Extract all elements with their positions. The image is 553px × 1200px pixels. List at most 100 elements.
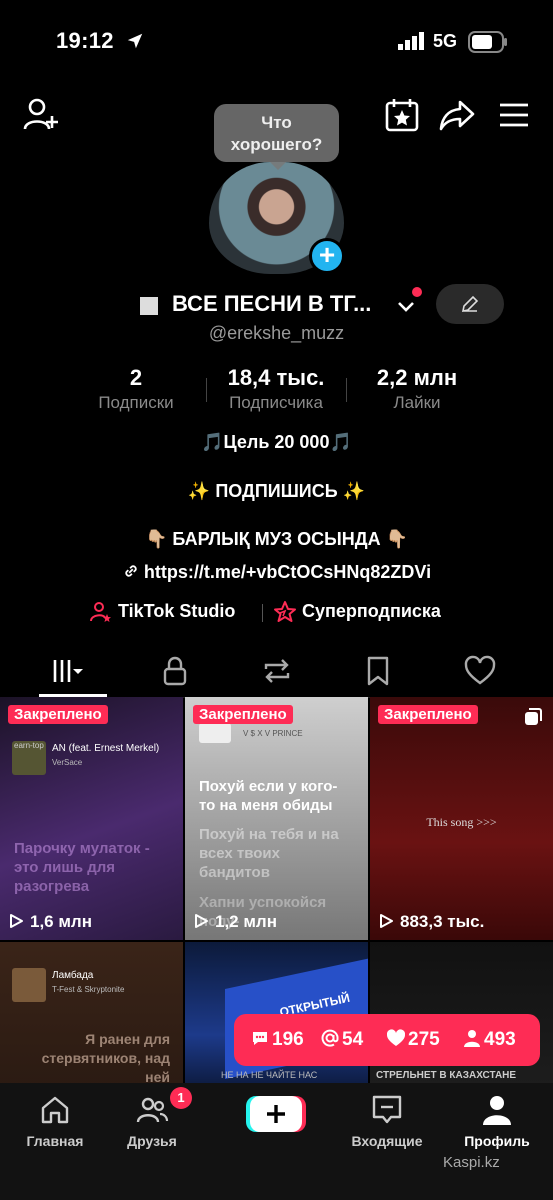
view-count-text: 883,3 тыс. xyxy=(400,912,485,931)
super-follow-link[interactable]: Суперподписка xyxy=(302,601,441,622)
friends-icon xyxy=(136,1097,169,1123)
play-icon xyxy=(10,914,23,928)
view-count-text: 1,6 млн xyxy=(30,912,92,931)
menu-icon[interactable] xyxy=(495,96,533,134)
bio-link-text[interactable]: https://t.me/+vbCtOCsHNq82ZDVi xyxy=(144,562,431,582)
network-type: 5G xyxy=(433,31,458,51)
video-thumbnail[interactable]: V $ X V PRINCE Похуй если у кого-то на м… xyxy=(185,697,368,940)
link-icon xyxy=(125,565,137,577)
profile-handle: @erekshe_muzz xyxy=(208,323,345,343)
view-count-text: 1,2 млн xyxy=(215,912,277,931)
bio-line: 👇🏼 БАРЛЫҚ МУЗ ОСЫНДА 👇🏼 xyxy=(144,529,409,549)
chevron-down-icon[interactable] xyxy=(396,296,416,316)
inbox-icon xyxy=(372,1095,402,1124)
likes-label: Лайки xyxy=(393,393,441,412)
stat-divider xyxy=(206,378,207,402)
music-artist: T-Fest & Skryptonite xyxy=(52,985,125,994)
studio-person-icon[interactable] xyxy=(90,601,112,623)
nav-profile[interactable]: Профиль xyxy=(452,1093,542,1149)
share-icon[interactable] xyxy=(438,96,476,134)
at-mention-icon xyxy=(321,1029,339,1047)
content-tabs xyxy=(0,646,553,698)
following-stat[interactable]: 2 Подписки xyxy=(86,364,186,414)
pinned-badge: Закреплено xyxy=(8,705,108,724)
music-title: V $ X V PRINCE xyxy=(243,729,303,738)
nav-home[interactable]: Главная xyxy=(10,1093,100,1149)
album-art xyxy=(12,968,46,1002)
video-thumbnail[interactable]: AN (feat. Ernest Merkel) VerSace earn-to… xyxy=(0,697,183,940)
video-lyric: Парочку мулаток - это лишь для разогрева xyxy=(14,840,150,895)
notification-dot xyxy=(412,287,422,297)
nav-profile-label: Профиль xyxy=(464,1133,530,1149)
square-emoji-icon xyxy=(140,297,158,315)
profile-links-row: TikTok Studio Суперподписка xyxy=(0,598,553,628)
nav-inbox[interactable]: Входящие xyxy=(342,1093,432,1149)
followers-label: Подписчика xyxy=(229,393,323,412)
followers-count: 18,4 тыс. xyxy=(227,365,325,390)
likes-insight-count: 275 xyxy=(408,1029,440,1050)
video-lyric: Я ранен для стервятников, над ней xyxy=(41,1031,170,1085)
clock: 19:12 xyxy=(56,28,114,53)
followers-insight: 493 xyxy=(462,1028,516,1051)
bottom-text: СТРЕЛЬНЕТ В КАЗАХСТАНЕ xyxy=(376,1070,517,1081)
tab-reposts-icon[interactable] xyxy=(260,654,294,688)
mentions-insight: 54 xyxy=(320,1028,363,1051)
signal-icon xyxy=(398,32,424,50)
likes-insight: 275 xyxy=(386,1028,440,1051)
add-story-button[interactable]: + xyxy=(309,238,345,274)
tab-favorites-bookmark-icon[interactable] xyxy=(361,654,395,688)
status-tooltip[interactable]: Что хорошего? xyxy=(214,104,339,170)
nav-friends-label: Друзья xyxy=(127,1133,177,1149)
comment-icon xyxy=(253,1032,267,1045)
add-friend-icon[interactable] xyxy=(22,96,60,134)
music-artist: VerSace xyxy=(52,758,83,767)
profile-icon xyxy=(483,1096,511,1125)
pinned-badge: Закреплено xyxy=(378,705,478,724)
bio-line: 🎵Цель 20 000🎵 xyxy=(201,432,352,452)
watermark: Kaspi.kz xyxy=(443,1154,500,1171)
stat-divider xyxy=(346,378,347,402)
view-count: 1,6 млн xyxy=(8,912,92,932)
followers-insight-count: 493 xyxy=(484,1029,516,1050)
friends-notification-badge: 1 xyxy=(170,1087,192,1109)
likes-stat[interactable]: 2,2 млн Лайки xyxy=(362,364,472,414)
tab-liked-heart-icon[interactable] xyxy=(463,654,497,688)
heart-icon xyxy=(386,1029,406,1046)
view-count: 883,3 тыс. xyxy=(378,912,484,932)
followers-stat[interactable]: 18,4 тыс. Подписчика xyxy=(211,364,341,414)
view-count: 1,2 млн xyxy=(193,912,277,932)
status-bar: 19:12 5G xyxy=(0,0,553,84)
following-count: 2 xyxy=(129,365,143,390)
calendar-star-icon[interactable] xyxy=(383,96,421,134)
bottom-text: НЕ НА НЕ ЧАЙТЕ НАС xyxy=(221,1070,318,1080)
multi-image-icon xyxy=(525,708,542,725)
edit-profile-button[interactable] xyxy=(436,284,504,324)
video-lyric: Похуй на тебя и на всех твоих бандитов xyxy=(199,826,339,881)
pinned-badge: Закреплено xyxy=(193,705,293,724)
bio-line: ✨ ПОДПИШИСЬ ✨ xyxy=(187,481,366,501)
home-icon xyxy=(41,1096,69,1124)
music-tag: earn-top xyxy=(14,741,44,750)
profile-name[interactable]: ВСЕ ПЕСНИ В ТГ... xyxy=(172,291,371,317)
play-icon xyxy=(380,914,393,928)
insights-pill[interactable]: 196 54 275 493 xyxy=(234,1014,540,1066)
play-icon xyxy=(195,914,208,928)
nav-home-label: Главная xyxy=(26,1133,84,1149)
video-thumbnail[interactable]: This song >>> Закреплено 883,3 тыс. xyxy=(370,697,553,940)
pencil-icon xyxy=(461,295,479,313)
album-art xyxy=(199,723,231,743)
tab-private-lock-icon[interactable] xyxy=(158,654,192,688)
create-plus-icon[interactable] xyxy=(246,1094,306,1134)
person-icon xyxy=(464,1030,480,1047)
tiktok-studio-link[interactable]: TikTok Studio xyxy=(118,601,235,622)
video-thumbnail[interactable]: Ламбада T-Fest & Skryptonite Я ранен для… xyxy=(0,942,183,1097)
tab-videos-grid-icon[interactable] xyxy=(50,654,84,688)
location-arrow-icon xyxy=(127,33,143,49)
music-title: Ламбада xyxy=(52,970,94,981)
music-card: Ламбада T-Fest & Skryptonite xyxy=(12,968,172,1008)
super-follow-star-icon[interactable] xyxy=(272,599,298,625)
music-title: AN (feat. Ernest Merkel) xyxy=(52,743,160,754)
bio-link[interactable]: https://t.me/+vbCtOCsHNq82ZDVi xyxy=(0,562,553,583)
mentions-count: 54 xyxy=(342,1029,364,1050)
comments-count: 196 xyxy=(272,1029,304,1050)
